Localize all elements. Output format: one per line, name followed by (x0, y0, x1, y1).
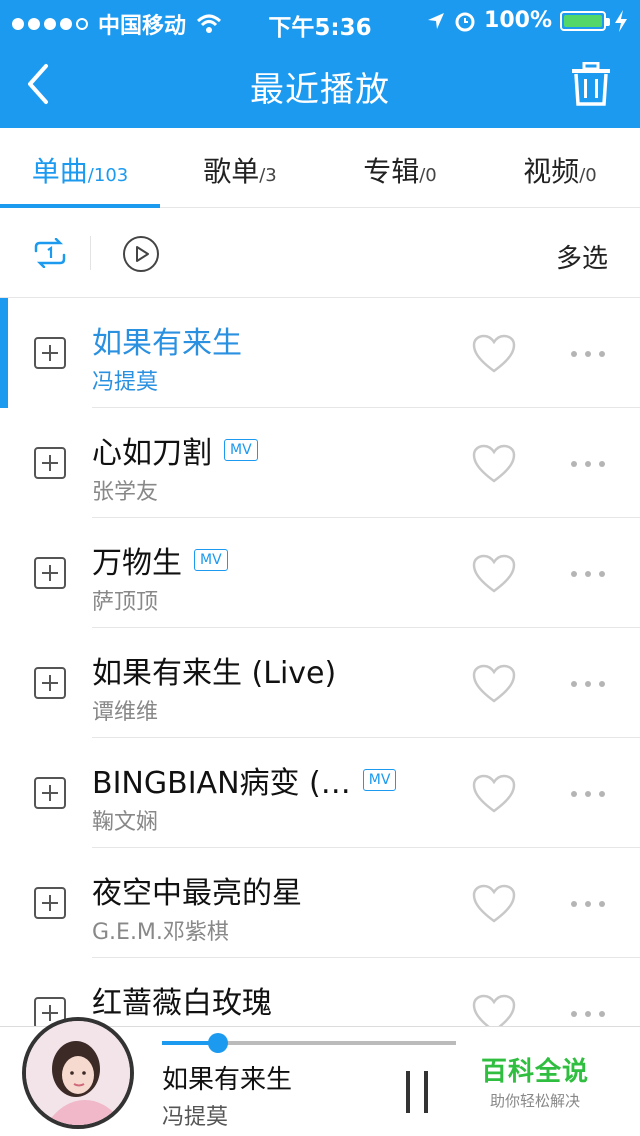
now-playing-title: 如果有来生 (162, 1065, 293, 1095)
song-list: 如果有来生冯提莫心如刀割 MV 张学友万物生 MV 萨顶顶如果有来生 (Live) 谭维维… (0, 298, 640, 1068)
song-title: 万物生 (92, 546, 182, 581)
song-artist: 谭维维 (92, 700, 159, 725)
more-icon[interactable] (570, 350, 606, 358)
play-circle-icon[interactable] (122, 235, 160, 273)
song-artist: 张学友 (92, 480, 159, 505)
song-title: 心如刀割 (92, 436, 212, 471)
song-title: 如果有来生 (92, 326, 242, 361)
song-row[interactable]: 如果有来生 冯提莫 (0, 298, 640, 408)
repeat-one-icon[interactable] (32, 238, 68, 268)
mini-player: 如果有来生 冯提莫 百科全说 助你轻松解决 (0, 1017, 640, 1136)
now-playing-artist: 冯提莫 (162, 1105, 229, 1130)
more-icon[interactable] (570, 1010, 606, 1018)
top-bar: 中国移动 下午5:36 100% 最近播放 (0, 0, 640, 128)
pause-icon[interactable] (404, 1071, 430, 1113)
heart-icon[interactable] (472, 554, 516, 594)
page-title: 最近播放 (250, 70, 390, 110)
song-artist: 鞠文娴 (92, 810, 159, 835)
song-row[interactable]: 如果有来生 (Live) 谭维维 (0, 628, 640, 738)
song-row[interactable]: BINGBIAN病变 (… MV 鞠文娴 (0, 738, 640, 848)
more-icon[interactable] (570, 900, 606, 908)
progress-knob[interactable] (207, 1033, 228, 1053)
song-row[interactable]: 万物生 MV 萨顶顶 (0, 518, 640, 628)
list-toolbar: 多选 (0, 208, 640, 298)
song-title: 夜空中最亮的星 (92, 876, 302, 911)
location-icon (428, 12, 445, 29)
alarm-icon (455, 12, 475, 31)
song-title: BINGBIAN病变 (… (92, 766, 351, 801)
heart-icon[interactable] (472, 444, 516, 484)
song-artist: G.E.M.邓紫棋 (92, 920, 229, 945)
charging-icon (615, 9, 627, 32)
more-icon[interactable] (570, 680, 606, 688)
tab-playlists[interactable]: 歌单/3 (160, 128, 320, 207)
battery-icon (560, 10, 610, 31)
add-to-playlist-icon[interactable] (34, 557, 66, 589)
battery-percent: 100% (484, 8, 552, 33)
mv-badge[interactable]: MV (194, 549, 228, 571)
song-title: 红蔷薇白玫瑰 (92, 986, 272, 1021)
playback-progress[interactable] (162, 1033, 456, 1053)
tab-videos[interactable]: 视频/0 (480, 128, 640, 207)
more-icon[interactable] (570, 570, 606, 578)
add-to-playlist-icon[interactable] (34, 667, 66, 699)
add-to-playlist-icon[interactable] (34, 887, 66, 919)
song-artist: 萨顶顶 (92, 590, 159, 615)
toolbar-divider (90, 236, 91, 270)
mv-badge[interactable]: MV (224, 439, 258, 461)
nav-bar: 最近播放 (0, 40, 640, 128)
heart-icon[interactable] (472, 884, 516, 924)
multiselect-button[interactable]: 多选 (556, 238, 608, 275)
watermark-logo: 百科全说 助你轻松解决 (480, 1057, 589, 1110)
song-row[interactable]: 心如刀割 MV 张学友 (0, 408, 640, 518)
song-artist: 冯提莫 (92, 370, 159, 395)
song-row[interactable]: 夜空中最亮的星 G.E.M.邓紫棋 (0, 848, 640, 958)
tab-singles[interactable]: 单曲/103 (0, 128, 160, 208)
more-icon[interactable] (570, 460, 606, 468)
add-to-playlist-icon[interactable] (34, 447, 66, 479)
tab-bar: 单曲/103 歌单/3 专辑/0 视频/0 (0, 128, 640, 208)
add-to-playlist-icon[interactable] (34, 337, 66, 369)
heart-icon[interactable] (472, 334, 516, 374)
add-to-playlist-icon[interactable] (34, 777, 66, 809)
song-title: 如果有来生 (Live) (92, 656, 337, 691)
status-bar: 中国移动 下午5:36 100% (0, 0, 640, 41)
mv-badge[interactable]: MV (362, 769, 397, 791)
heart-icon[interactable] (472, 664, 516, 704)
trash-icon[interactable] (570, 62, 612, 106)
album-cover[interactable] (22, 1017, 134, 1129)
now-playing-indicator (0, 298, 8, 408)
tab-albums[interactable]: 专辑/0 (320, 128, 480, 207)
heart-icon[interactable] (472, 774, 516, 814)
more-icon[interactable] (570, 790, 606, 798)
